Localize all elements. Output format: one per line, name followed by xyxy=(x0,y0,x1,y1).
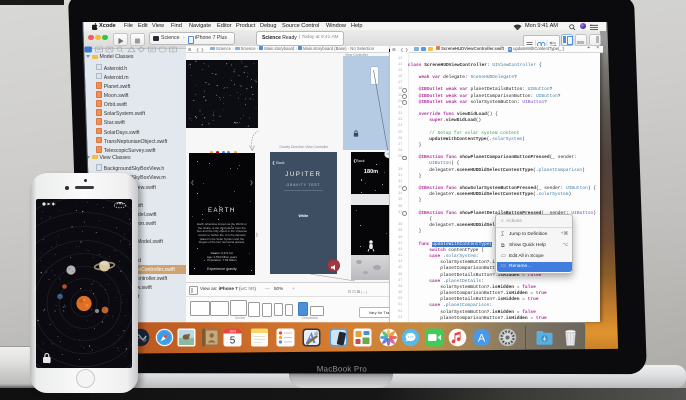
svg-text:A: A xyxy=(477,332,485,344)
svg-text:5: 5 xyxy=(229,335,235,346)
svg-text:JUN: JUN xyxy=(229,329,236,333)
